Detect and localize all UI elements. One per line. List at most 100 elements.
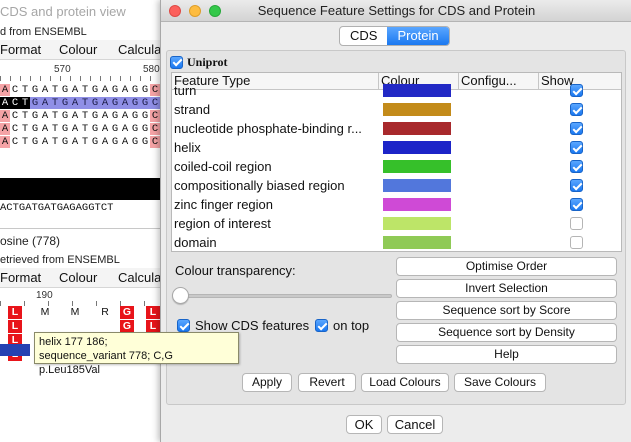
show-cds-features-option[interactable]: Show CDS features <box>177 318 309 333</box>
help-button[interactable]: Help <box>396 345 617 364</box>
menu-format-protein[interactable]: Format <box>0 270 41 285</box>
residue: C <box>11 123 19 135</box>
residue: A <box>41 84 49 96</box>
load-colours-button[interactable]: Load Colours <box>361 373 449 392</box>
residue: G <box>61 136 69 148</box>
feature-row[interactable]: compositionally biased region <box>172 176 621 195</box>
residue: A <box>41 136 49 148</box>
residue: G <box>111 123 119 135</box>
menu-calculate[interactable]: Calcula <box>118 42 161 57</box>
transparency-slider-track[interactable] <box>179 294 392 298</box>
residue: A <box>100 97 110 109</box>
residue: G <box>30 97 40 109</box>
feature-colour-swatch[interactable] <box>383 160 451 173</box>
residue: A <box>121 123 129 135</box>
feature-row[interactable]: coiled-coil region <box>172 157 621 176</box>
feature-show-checkbox[interactable] <box>570 198 583 211</box>
residue: G <box>131 110 139 122</box>
revert-button[interactable]: Revert <box>298 373 356 392</box>
feature-colour-swatch[interactable] <box>383 236 451 249</box>
feature-tooltip: helix 177 186; sequence_variant 778; C,G… <box>34 332 239 376</box>
menu-colour-protein[interactable]: Colour <box>59 270 97 285</box>
residue: G <box>120 306 134 319</box>
protein-ruler: 190 <box>0 290 170 310</box>
feature-row[interactable]: nucleotide phosphate-binding r... <box>172 119 621 138</box>
feature-row[interactable]: turn <box>172 81 621 100</box>
feature-row[interactable]: region of interest <box>172 214 621 233</box>
menu-colour[interactable]: Colour <box>59 42 97 57</box>
feature-colour-swatch[interactable] <box>383 103 451 116</box>
residue: A <box>121 136 129 148</box>
feature-label: osine (778) <box>0 234 61 248</box>
residue: G <box>31 84 39 96</box>
sort-by-score-button[interactable]: Sequence sort by Score <box>396 301 617 320</box>
residue: A <box>121 84 129 96</box>
residue: C <box>150 84 160 96</box>
residue: T <box>80 97 90 109</box>
cds-sequence-row: ACTGATGATGAGAGGCT <box>0 123 170 135</box>
residue: A <box>120 97 130 109</box>
dialog-titlebar[interactable]: Sequence Feature Settings for CDS and Pr… <box>161 0 631 22</box>
screen: CDS and protein view d from ENSEMBL Form… <box>0 0 631 442</box>
feature-row[interactable]: domain <box>172 233 621 251</box>
residue: G <box>130 97 140 109</box>
feature-row[interactable]: strand <box>172 100 621 119</box>
residue: G <box>131 123 139 135</box>
feature-type-label: zinc finger region <box>174 197 273 212</box>
sort-by-density-button[interactable]: Sequence sort by Density <box>396 323 617 342</box>
residue: L <box>8 320 22 333</box>
menu-calculate-protein[interactable]: Calcula <box>118 270 161 285</box>
view-tabs: CDS Protein <box>339 26 450 46</box>
feature-show-checkbox[interactable] <box>570 122 583 135</box>
residue: T <box>21 84 29 96</box>
cancel-button[interactable]: Cancel <box>387 415 443 434</box>
feature-row[interactable]: zinc finger region <box>172 195 621 214</box>
feature-show-checkbox[interactable] <box>570 84 583 97</box>
residue: C <box>150 136 160 148</box>
residue: T <box>51 123 59 135</box>
residue: C <box>11 136 19 148</box>
uniprot-group-checkbox[interactable] <box>170 55 183 69</box>
residue: A <box>121 110 129 122</box>
residue: A <box>0 110 10 122</box>
tooltip-line-2: sequence_variant 778; C,G p.Leu185Val <box>39 350 173 376</box>
transparency-slider-thumb[interactable] <box>172 287 189 304</box>
on-top-checkbox[interactable] <box>315 319 328 332</box>
feature-colour-swatch[interactable] <box>383 141 451 154</box>
ruler-tick-570: 570 <box>54 64 71 75</box>
feature-colour-swatch[interactable] <box>383 122 451 135</box>
invert-selection-button[interactable]: Invert Selection <box>396 279 617 298</box>
feature-colour-swatch[interactable] <box>383 198 451 211</box>
feature-row[interactable]: helix <box>172 138 621 157</box>
menu-format[interactable]: Format <box>0 42 41 57</box>
feature-show-checkbox[interactable] <box>570 179 583 192</box>
residue: T <box>21 136 29 148</box>
residue: G <box>60 97 70 109</box>
feature-colour-swatch[interactable] <box>383 217 451 230</box>
feature-show-checkbox[interactable] <box>570 236 583 249</box>
optimise-order-button[interactable]: Optimise Order <box>396 257 617 276</box>
tab-cds[interactable]: CDS <box>340 27 387 45</box>
residue: A <box>71 84 79 96</box>
cds-sequence-row: ACTGATGATGAGAGGCT <box>0 97 170 109</box>
tab-protein[interactable]: Protein <box>387 27 449 45</box>
cds-menu-bar: Format Colour Calcula <box>0 40 170 60</box>
on-top-option[interactable]: on top <box>315 318 369 333</box>
feature-show-checkbox[interactable] <box>570 160 583 173</box>
apply-button[interactable]: Apply <box>242 373 292 392</box>
residue: T <box>20 97 30 109</box>
residue: G <box>131 84 139 96</box>
feature-type-label: strand <box>174 102 211 117</box>
consensus-sequence: ACTGATGATGAGAGGTCT <box>0 202 114 214</box>
show-cds-features-checkbox[interactable] <box>177 319 190 332</box>
save-colours-button[interactable]: Save Colours <box>454 373 546 392</box>
feature-colour-swatch[interactable] <box>383 179 451 192</box>
ok-button[interactable]: OK <box>346 415 382 434</box>
show-cds-features-label: Show CDS features <box>195 318 310 333</box>
residue: A <box>0 123 10 135</box>
residue: G <box>31 136 39 148</box>
feature-colour-swatch[interactable] <box>383 84 451 97</box>
feature-show-checkbox[interactable] <box>570 141 583 154</box>
feature-show-checkbox[interactable] <box>570 217 583 230</box>
feature-show-checkbox[interactable] <box>570 103 583 116</box>
